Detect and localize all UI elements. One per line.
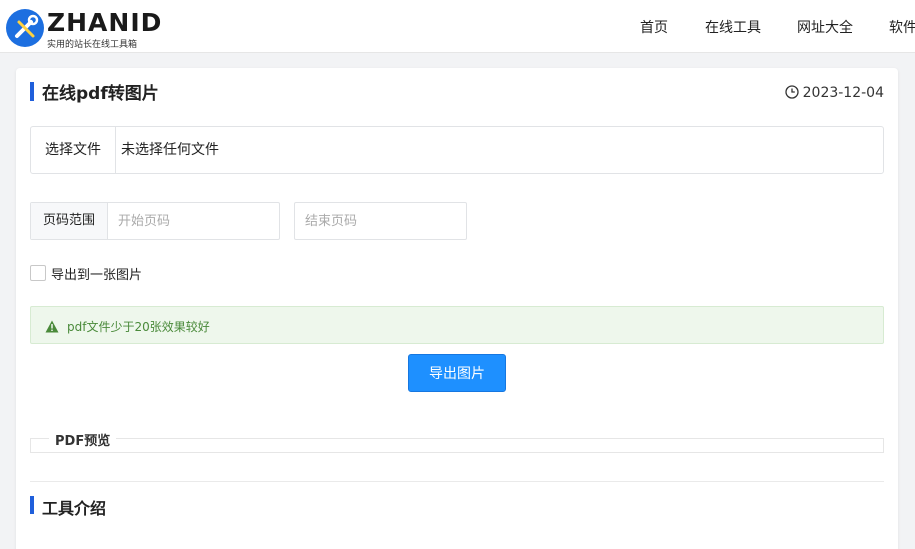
site-logo[interactable]: ZHANID 实用的站长在线工具箱 — [6, 8, 166, 50]
logo-tagline: 实用的站长在线工具箱 — [47, 40, 138, 50]
choose-file-button[interactable]: 选择文件 — [31, 127, 116, 173]
page-title: 在线pdf转图片 — [42, 84, 159, 104]
clock-icon — [784, 85, 799, 103]
file-picker[interactable]: 选择文件 未选择任何文件 — [30, 126, 884, 174]
publish-date: 2023-12-04 — [784, 85, 884, 103]
section-divider — [30, 481, 884, 482]
export-images-button[interactable]: 导出图片 — [408, 354, 506, 392]
wrench-screwdriver-icon — [6, 9, 44, 47]
title-accent-bar — [30, 82, 34, 101]
nav-item-online-tools[interactable]: 在线工具 — [705, 17, 761, 37]
single-image-label: 导出到一张图片 — [51, 268, 143, 283]
intro-accent-bar — [30, 496, 34, 514]
nav-item-home[interactable]: 首页 — [640, 17, 668, 37]
tip-alert: pdf文件少于20张效果较好 — [30, 306, 884, 344]
pdf-preview-label: PDF预览 — [49, 430, 117, 449]
pdf-preview-panel: PDF预览 — [30, 430, 884, 453]
intro-title: 工具介绍 — [42, 499, 107, 518]
nav-item-sites[interactable]: 网址大全 — [797, 17, 853, 37]
page-range-label: 页码范围 — [31, 203, 108, 239]
tool-card: 在线pdf转图片 2023-12-04 选择文件 未选择任何文件 页码范围 导出… — [16, 68, 898, 549]
logo-wordmark: ZHANID — [47, 8, 163, 37]
nav-item-software[interactable]: 软件 — [889, 17, 915, 37]
start-page-input[interactable] — [118, 203, 268, 239]
end-page-group — [294, 202, 467, 240]
site-header: ZHANID 实用的站长在线工具箱 首页 在线工具 网址大全 软件 — [0, 0, 915, 53]
tip-text: pdf文件少于20张效果较好 — [67, 320, 210, 334]
warning-triangle-icon — [45, 318, 59, 337]
single-image-checkbox[interactable] — [30, 265, 46, 281]
end-page-input[interactable] — [305, 203, 455, 239]
page-range-group: 页码范围 — [30, 202, 280, 240]
file-status: 未选择任何文件 — [121, 142, 219, 158]
date-text: 2023-12-04 — [802, 85, 884, 101]
